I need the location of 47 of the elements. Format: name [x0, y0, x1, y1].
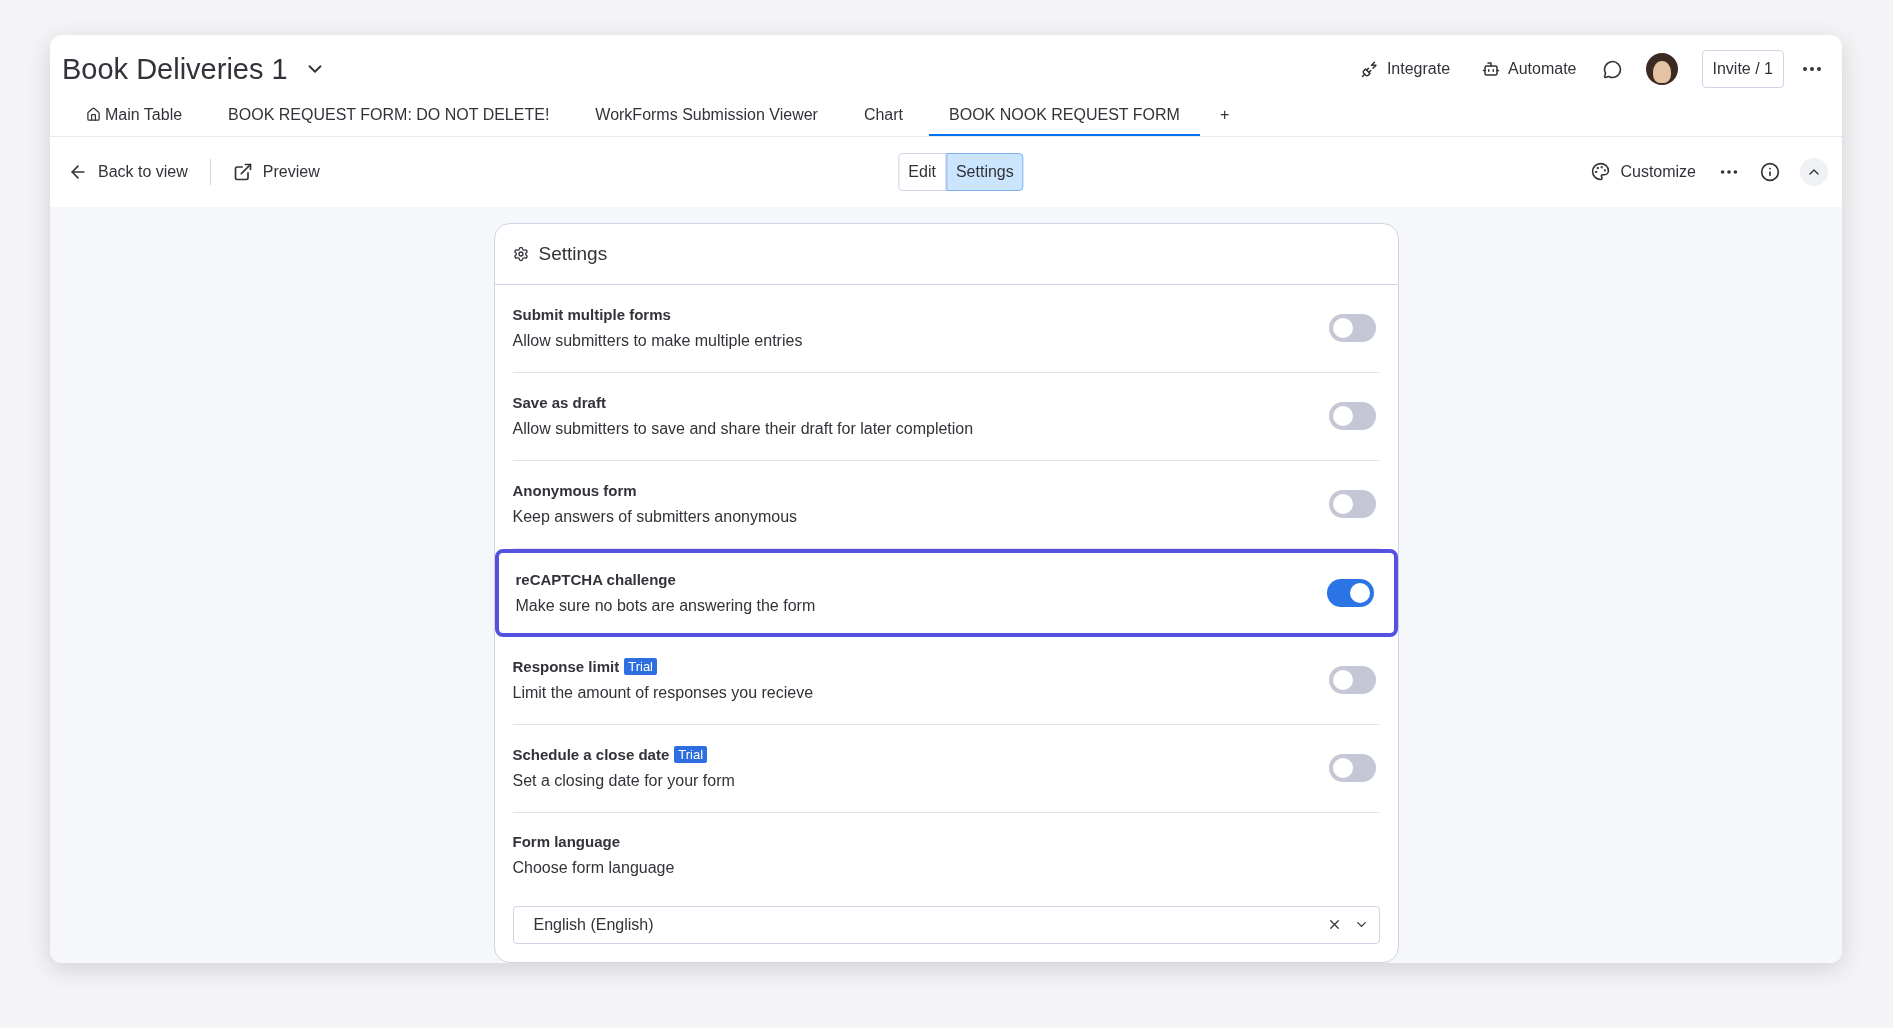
- toggle-switch[interactable]: [1328, 314, 1376, 343]
- trial-badge: Trial: [624, 658, 657, 676]
- setting-description: Keep answers of submitters anonymous: [512, 508, 799, 527]
- setting-title: Schedule a close date: [512, 746, 670, 764]
- setting-description: Set a closing date for your form: [512, 772, 736, 791]
- language-select[interactable]: English (English): [512, 906, 1380, 944]
- preview-button[interactable]: Preview: [226, 155, 326, 188]
- add-tab-button[interactable]: +: [1199, 105, 1250, 136]
- setting-description: Limit the amount of responses you recieve: [512, 684, 815, 703]
- card-title: Settings: [538, 243, 608, 265]
- setting-title: Submit multiple forms: [512, 306, 671, 324]
- external-link-icon: [232, 161, 253, 182]
- integrate-button[interactable]: Integrate: [1350, 54, 1461, 85]
- home-icon: [86, 107, 101, 123]
- mode-tab[interactable]: Edit: [898, 152, 946, 191]
- setting-title: reCAPTCHA challenge: [515, 571, 676, 588]
- board-title: Book Deliveries 1: [62, 52, 288, 86]
- toggle-switch[interactable]: [1328, 402, 1376, 431]
- collapse-button[interactable]: [1800, 157, 1828, 186]
- back-button[interactable]: Back to view: [62, 155, 194, 188]
- plug-icon: [1360, 60, 1379, 79]
- view-tab[interactable]: BOOK REQUEST FORM: DO NOT DELETE!: [208, 105, 570, 136]
- view-tab[interactable]: BOOK NOOK REQUEST FORM: [929, 105, 1200, 136]
- view-tab[interactable]: Chart: [843, 105, 924, 136]
- trial-badge: Trial: [674, 746, 708, 764]
- automate-button[interactable]: Automate: [1472, 54, 1587, 85]
- toggle-switch[interactable]: [1328, 490, 1376, 519]
- invite-button[interactable]: Invite / 1: [1701, 50, 1784, 89]
- setting-title: Form language: [512, 833, 621, 850]
- toggle-switch[interactable]: [1328, 666, 1376, 695]
- customize-button[interactable]: Customize: [1585, 156, 1702, 188]
- settings-icon: [512, 246, 529, 262]
- setting-title: Response limit: [512, 658, 620, 676]
- view-tab[interactable]: Main Table: [66, 105, 203, 136]
- setting-description: Allow submitters to save and share their draft for later completion: [512, 420, 975, 439]
- palette-icon: [1591, 162, 1611, 182]
- toggle-switch[interactable]: [1328, 754, 1376, 783]
- robot-icon: [1482, 60, 1501, 79]
- setting-title: Save as draft: [512, 394, 606, 412]
- view-tab[interactable]: WorkForms Submission Viewer: [575, 105, 838, 136]
- toggle-switch[interactable]: [1326, 579, 1374, 607]
- setting-title: Anonymous form: [512, 482, 637, 500]
- avatar[interactable]: [1645, 53, 1678, 86]
- setting-description: Choose form language: [512, 859, 676, 877]
- setting-description: Make sure no bots are answering the form: [515, 597, 817, 615]
- mode-tab[interactable]: Settings: [945, 152, 1024, 191]
- setting-description: Allow submitters to make multiple entries: [512, 332, 804, 351]
